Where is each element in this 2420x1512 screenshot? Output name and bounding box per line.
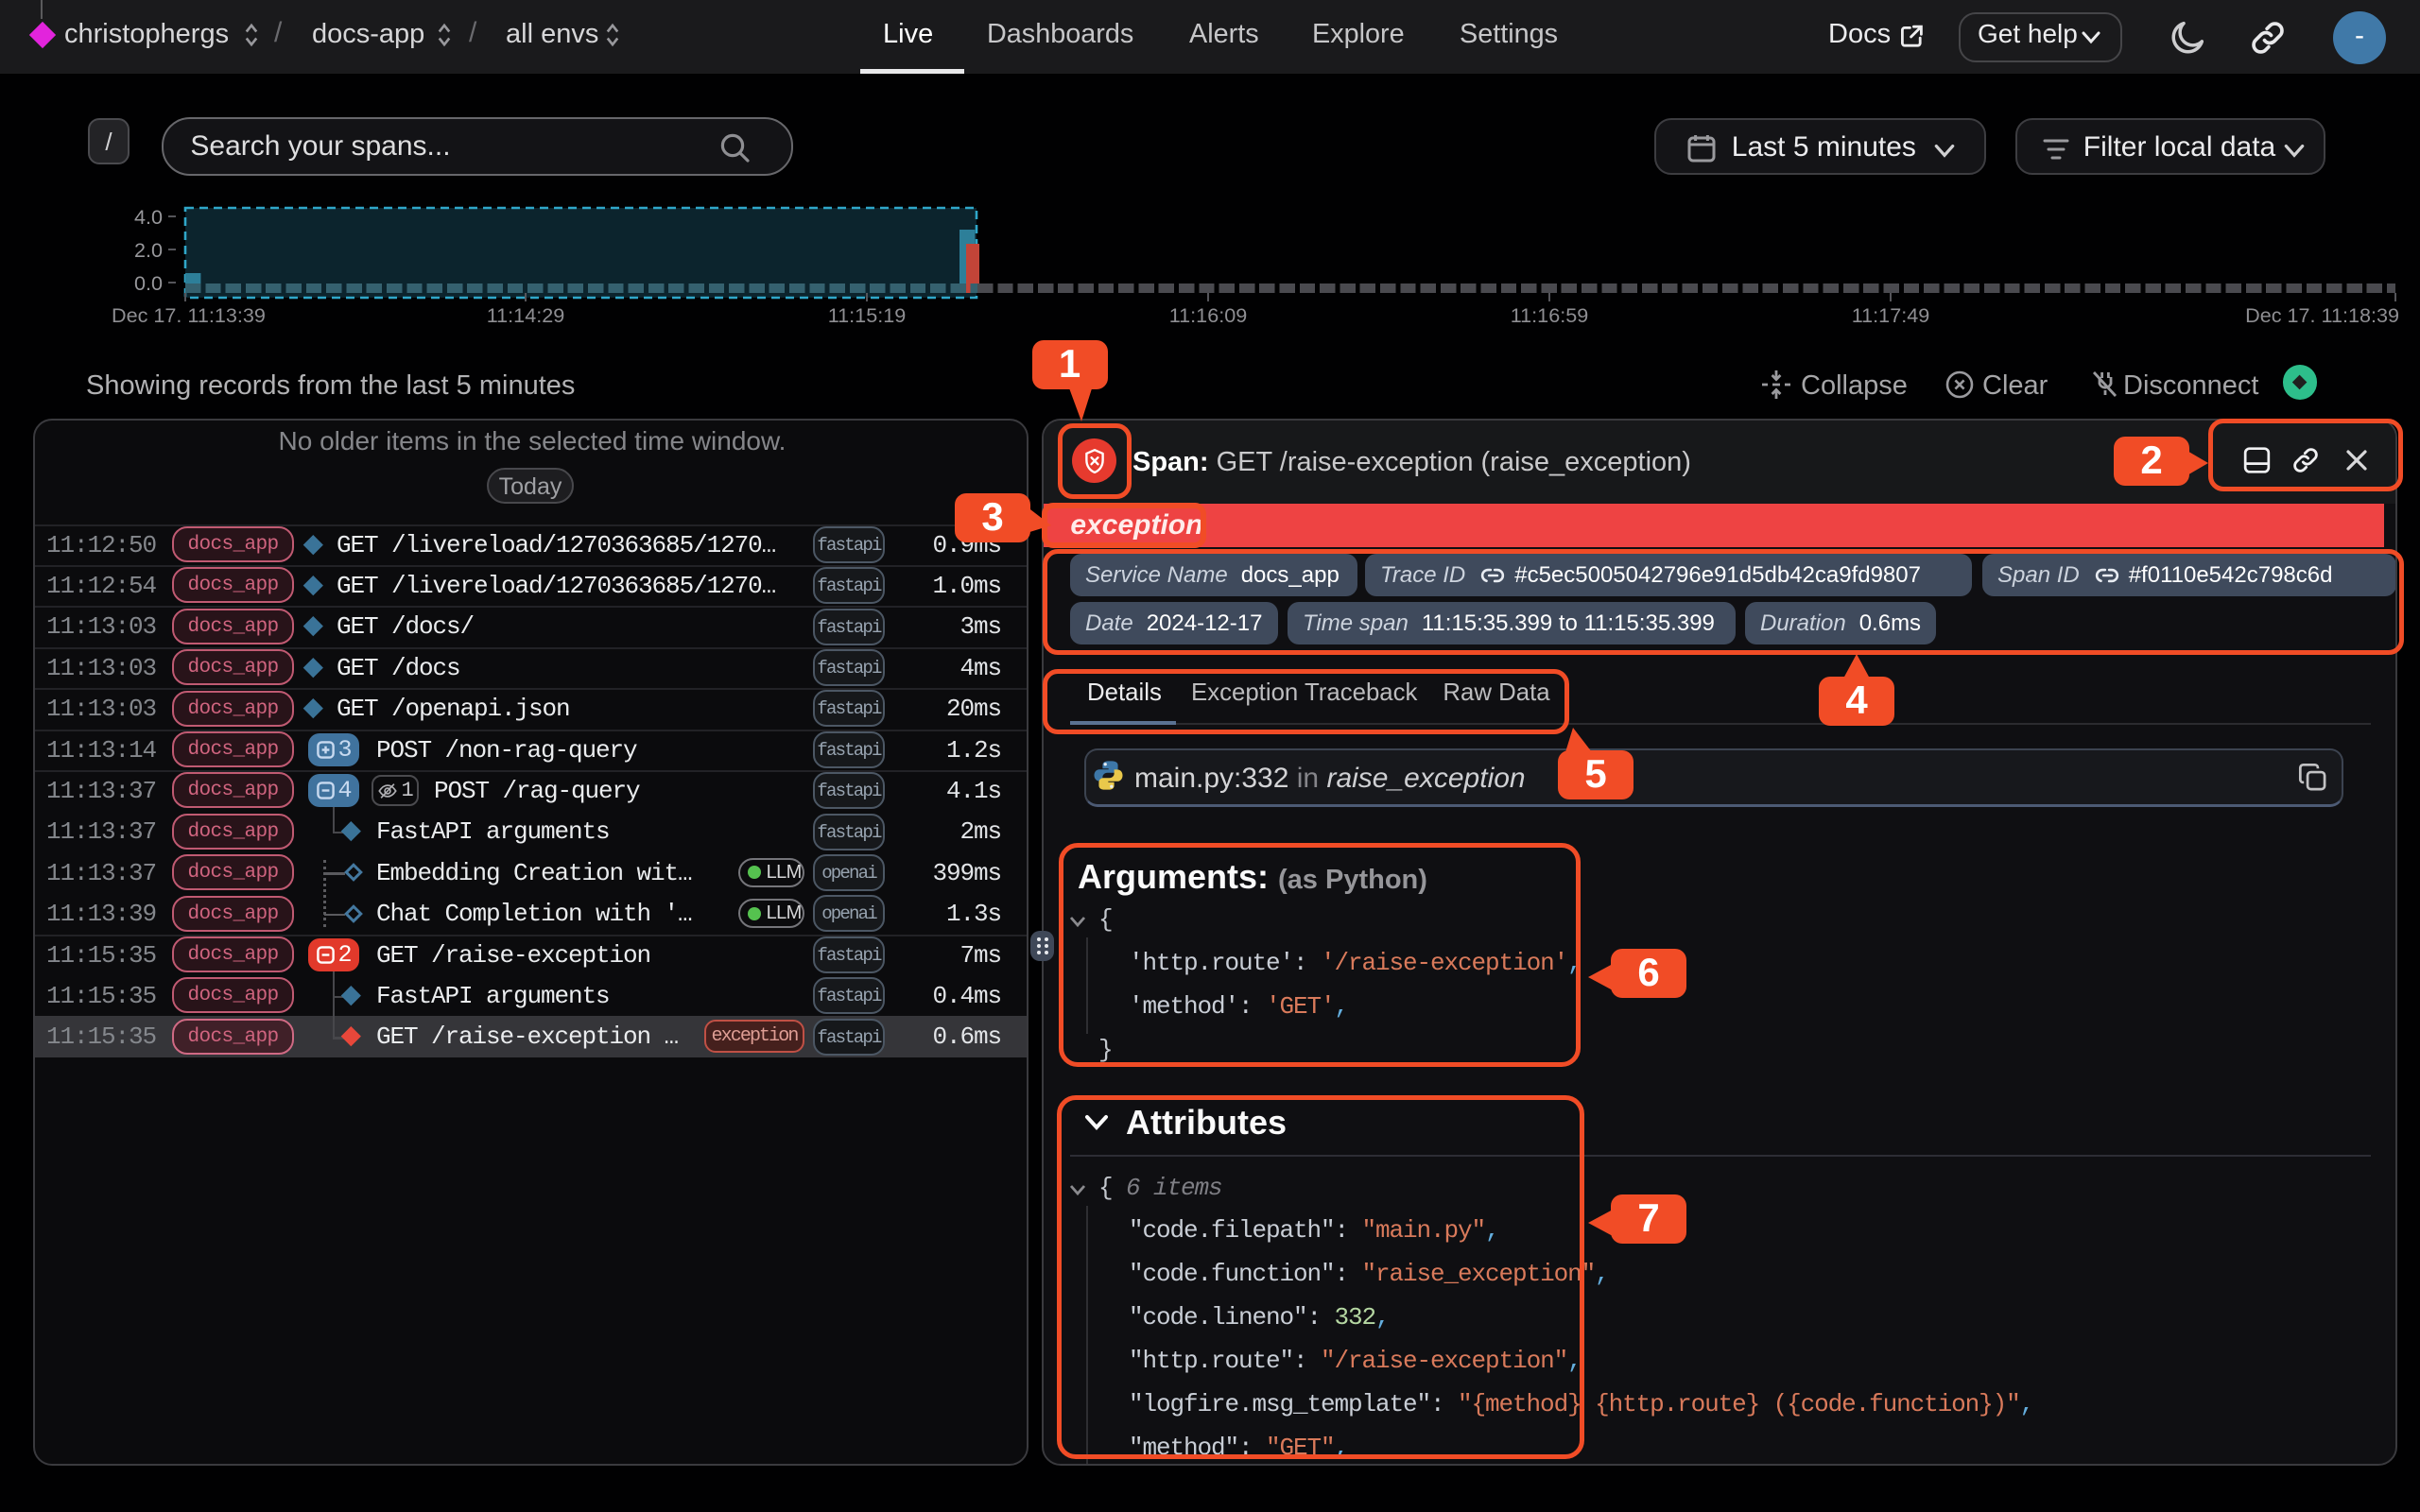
svg-text:11:15:19: 11:15:19: [828, 303, 906, 327]
svg-text:11:16:09: 11:16:09: [1169, 303, 1247, 327]
svg-text:Dec 17. 11:18:39: Dec 17. 11:18:39: [2245, 303, 2399, 327]
svg-text:11:17:49: 11:17:49: [1852, 303, 1929, 327]
svg-text:4.0: 4.0: [134, 205, 163, 229]
svg-text:11:16:59: 11:16:59: [1511, 303, 1588, 327]
svg-text:2.0: 2.0: [134, 238, 163, 262]
svg-text:Dec 17. 11:13:39: Dec 17. 11:13:39: [112, 303, 266, 327]
svg-text:0.0: 0.0: [134, 271, 163, 295]
svg-text:11:14:29: 11:14:29: [487, 303, 564, 327]
